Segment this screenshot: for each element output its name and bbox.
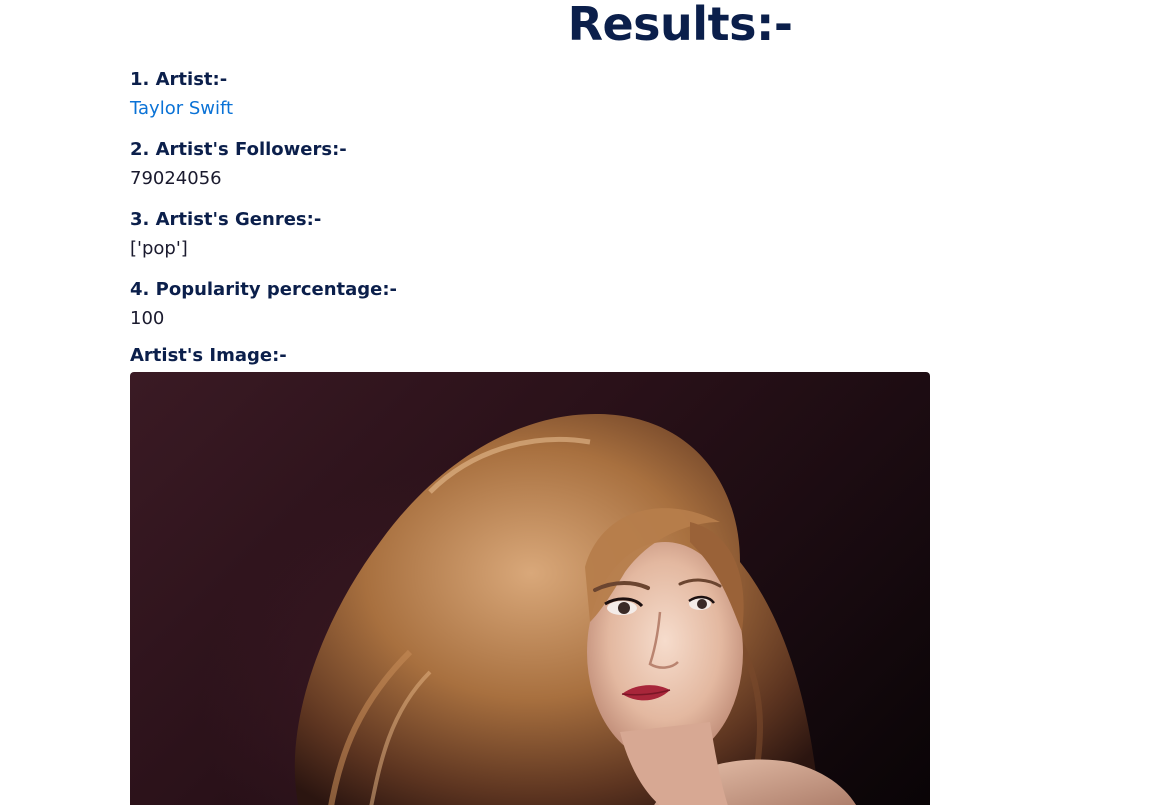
followers-heading: 2. Artist's Followers:- bbox=[130, 139, 347, 160]
followers-value: 79024056 bbox=[130, 168, 222, 189]
genres-value: ['pop'] bbox=[130, 238, 188, 259]
artist-name-link[interactable]: Taylor Swift bbox=[130, 98, 233, 119]
artist-heading: 1. Artist:- bbox=[130, 69, 228, 90]
artist-image bbox=[130, 372, 930, 805]
popularity-heading: 4. Popularity percentage:- bbox=[130, 279, 398, 300]
page-title: Results:- bbox=[567, 0, 793, 51]
artist-name-row: Taylor Swift bbox=[130, 94, 930, 124]
genres-heading: 3. Artist's Genres:- bbox=[130, 209, 322, 230]
image-heading: Artist's Image:- bbox=[130, 345, 287, 366]
artist-portrait-graphic bbox=[294, 413, 857, 805]
popularity-value: 100 bbox=[130, 308, 165, 329]
results-section: 1. Artist:- Taylor Swift 2. Artist's Fol… bbox=[130, 66, 930, 366]
